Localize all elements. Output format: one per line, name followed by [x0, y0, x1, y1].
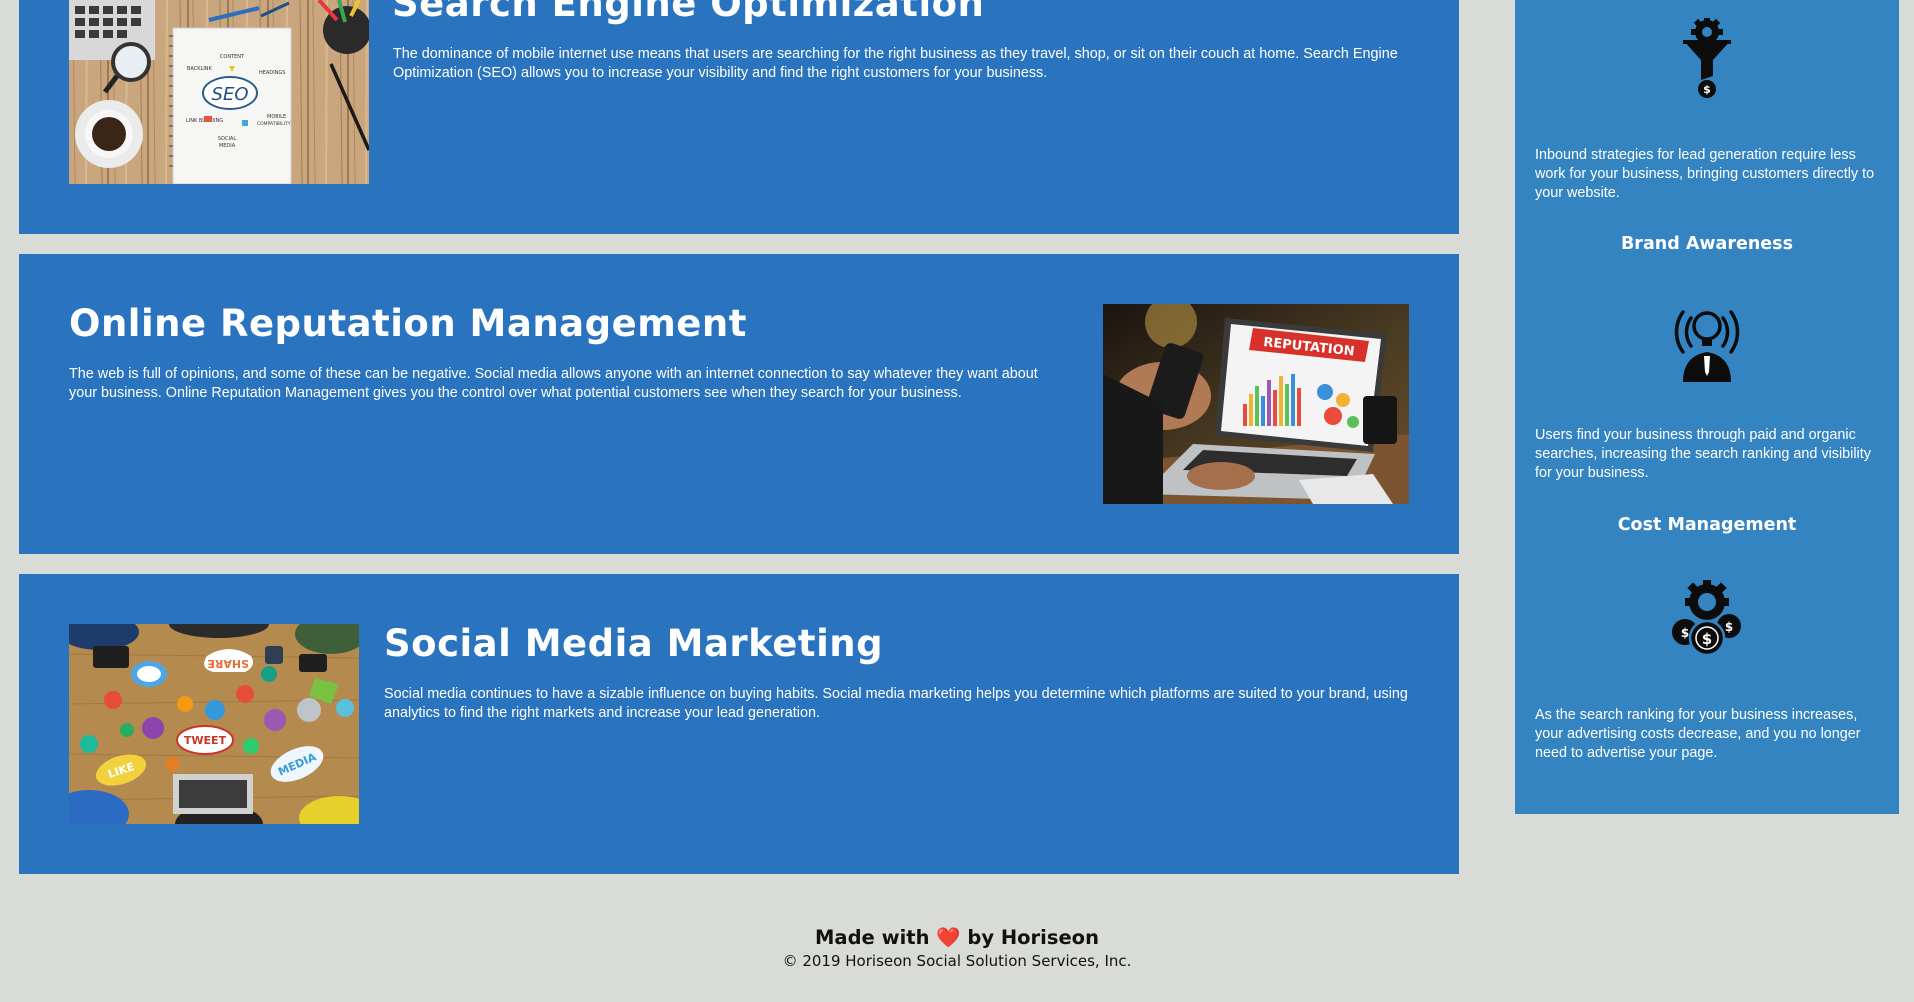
service-description: The dominance of mobile internet use mea… — [393, 46, 1398, 81]
svg-text:HEADINGS: HEADINGS — [259, 70, 285, 76]
service-description: The web is full of opinions, and some of… — [69, 366, 1038, 401]
service-card-social-media: SHARE TWEET LIKE MEDIA Social Media Mark… — [19, 574, 1459, 874]
svg-text:MEDIA: MEDIA — [219, 143, 236, 149]
svg-text:$: $ — [1725, 620, 1733, 634]
sidebar-item-title: Cost Management — [1617, 515, 1797, 535]
cost-management-coins-icon: $ $ $ — [1669, 580, 1745, 660]
svg-text:$: $ — [1702, 630, 1712, 648]
sidebar-item-description: Inbound strategies for lead generation r… — [1535, 147, 1875, 201]
heart-icon: ❤️ — [936, 926, 961, 949]
seo-image: SEO CONTENT BACKLINK HEADINGS LINK BUILD… — [69, 0, 369, 184]
social-label-share: SHARE — [207, 657, 249, 670]
social-media-image: SHARE TWEET LIKE MEDIA — [69, 624, 359, 824]
service-title: Search Engine Optimization — [392, 0, 985, 25]
benefits-sidebar: $ Inbound strategies for lead generation… — [1515, 0, 1899, 814]
footer-made-with: Made with ❤️ by Horiseon — [815, 926, 1099, 949]
svg-text:$: $ — [1681, 626, 1689, 640]
social-label-tweet: TWEET — [184, 734, 227, 747]
sidebar-item-title: Brand Awareness — [1620, 234, 1794, 254]
svg-text:COMPATIBILITY: COMPATIBILITY — [257, 121, 291, 127]
footer-copyright: © 2019 Horiseon Social Solution Services… — [782, 952, 1132, 970]
svg-text:CONTENT: CONTENT — [220, 54, 245, 60]
service-card-online-reputation: Online Reputation Management The web is … — [19, 254, 1459, 554]
svg-text:MOBILE: MOBILE — [267, 114, 286, 120]
svg-text:BACKLINK: BACKLINK — [187, 66, 213, 72]
svg-text:$: $ — [1703, 83, 1711, 96]
sidebar-item-description: Users find your business through paid an… — [1535, 427, 1871, 481]
service-title: Online Reputation Management — [69, 302, 747, 345]
service-description: Social media continues to have a sizable… — [384, 686, 1408, 721]
service-title: Social Media Marketing — [384, 622, 884, 665]
svg-text:SOCIAL: SOCIAL — [218, 136, 236, 142]
reputation-image: REPUTATION — [1103, 304, 1409, 504]
seo-image-center-label: SEO — [212, 84, 249, 105]
sidebar-item-description: As the search ranking for your business … — [1535, 707, 1861, 761]
lead-generation-funnel-icon: $ — [1669, 18, 1745, 98]
brand-awareness-lightbulb-icon — [1669, 300, 1745, 382]
service-card-seo: SEO CONTENT BACKLINK HEADINGS LINK BUILD… — [19, 0, 1459, 234]
